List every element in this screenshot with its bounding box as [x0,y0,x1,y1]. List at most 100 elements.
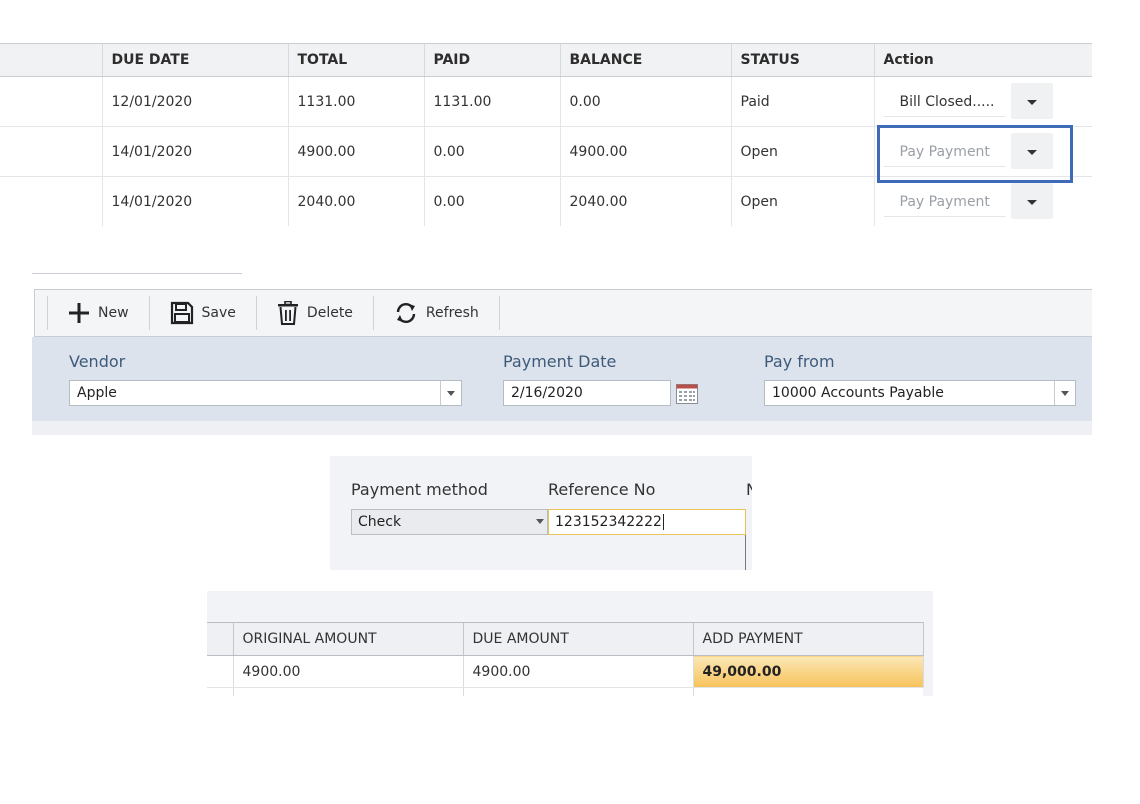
calendar-icon[interactable] [676,384,698,404]
chevron-down-icon [447,390,455,396]
table-row[interactable]: 14/01/2020 4900.00 0.00 4900.00 Open Pay… [0,126,1092,177]
chevron-down-icon [1026,100,1037,105]
vendor-label: Vendor [69,352,126,371]
balance-cell: 4900.00 [559,126,731,177]
due-amount-cell: 4900.00 [462,655,693,688]
balance-cell: 2040.00 [559,176,731,226]
column-header-status[interactable]: STATUS [730,43,874,77]
save-button[interactable]: Save [150,296,256,330]
vendor-select[interactable]: Apple [69,380,462,406]
trash-icon [277,301,298,325]
form-footer-strip [32,421,1092,435]
row-blank-cell [0,177,102,227]
row-blank-cell [207,687,233,696]
total-cell: 2040.00 [287,176,424,226]
action-select-value[interactable]: Pay Payment [883,137,1006,167]
payment-method-label: Payment method [351,480,488,499]
table-row-partial [207,687,923,696]
payment-method-panel: Payment method Reference No N Check 1231… [330,456,752,570]
action-dropdown-button[interactable] [1010,83,1053,119]
new-button[interactable]: New [48,296,149,330]
status-cell: Open [730,176,874,226]
reference-no-value: 123152342222 [555,514,662,530]
panel-edge-line [745,535,746,570]
table-row[interactable]: 4900.00 4900.00 49,000.00 [207,655,924,688]
delete-button[interactable]: Delete [257,296,373,330]
payment-date-value: 2/16/2020 [511,385,583,401]
column-header-add-payment[interactable]: ADD PAYMENT [692,622,924,656]
balance-cell: 0.00 [559,76,731,127]
payment-form-panel: New Save Delete Refresh Vendor Apple Pay… [32,273,1092,435]
chevron-down-icon [1026,200,1037,205]
new-button-label: New [98,305,129,321]
pay-from-dropdown-button[interactable] [1054,381,1075,405]
chevron-down-icon [536,519,544,524]
action-cell: Pay Payment [873,176,1092,226]
payment-date-input[interactable]: 2/16/2020 [503,380,671,406]
plus-icon [69,303,89,323]
column-header-due-date[interactable]: DUE DATE [101,43,288,77]
payment-date-label: Payment Date [503,352,617,371]
action-select-value[interactable]: Pay Payment [883,187,1006,217]
empty-cell [462,687,693,696]
due-date-cell: 14/01/2020 [101,176,288,226]
total-cell: 1131.00 [287,76,424,127]
due-date-cell: 12/01/2020 [101,76,288,127]
empty-cell [692,687,923,696]
paid-cell: 0.00 [423,126,560,177]
action-dropdown-button[interactable] [1010,183,1053,219]
chevron-down-icon [1061,390,1069,396]
column-header-action[interactable]: Action [873,43,1092,77]
floppy-disk-icon [170,301,193,325]
refresh-button-label: Refresh [425,305,479,321]
pay-from-select[interactable]: 10000 Accounts Payable [764,380,1076,406]
pay-from-label: Pay from [764,352,835,371]
reference-no-input[interactable]: 123152342222 [548,509,746,535]
empty-cell [232,687,463,696]
table-row[interactable]: 14/01/2020 2040.00 0.00 2040.00 Open Pay… [0,176,1092,227]
column-header-blank [207,622,233,656]
pay-from-value: 10000 Accounts Payable [772,385,944,401]
vendor-value: Apple [77,385,117,401]
column-header-total[interactable]: TOTAL [287,43,424,77]
panel-divider [32,273,242,274]
payment-method-select[interactable]: Check [351,509,548,535]
row-blank-cell [0,76,102,127]
chevron-down-icon [1026,150,1037,155]
action-cell: Pay Payment [873,126,1092,177]
bill-detail-panel: ORIGINAL AMOUNT DUE AMOUNT ADD PAYMENT 4… [207,591,933,696]
bills-table: DUE DATE TOTAL PAID BALANCE STATUS Actio… [0,43,1092,226]
action-cell: Bill Closed..... [873,76,1092,127]
save-button-label: Save [201,305,236,321]
table-row[interactable]: 12/01/2020 1131.00 1131.00 0.00 Paid Bil… [0,76,1092,127]
reference-no-label: Reference No [548,480,656,499]
refresh-icon [396,303,416,323]
toolbar-separator [498,296,500,330]
column-header-balance[interactable]: BALANCE [559,43,731,77]
delete-button-label: Delete [306,305,353,321]
payment-method-value: Check [358,514,402,530]
action-select-value[interactable]: Bill Closed..... [883,87,1006,117]
row-blank-cell [0,126,102,177]
status-cell: Open [730,126,874,177]
column-header-original-amount[interactable]: ORIGINAL AMOUNT [232,622,463,656]
bill-detail-table: ORIGINAL AMOUNT DUE AMOUNT ADD PAYMENT 4… [207,622,924,696]
status-cell: Paid [730,76,874,127]
add-payment-cell[interactable]: 49,000.00 [692,655,924,688]
column-header-blank [0,43,102,77]
refresh-button[interactable]: Refresh [374,296,499,330]
bills-header-row: DUE DATE TOTAL PAID BALANCE STATUS Actio… [0,43,1092,77]
original-amount-cell: 4900.00 [232,655,463,688]
total-cell: 4900.00 [287,126,424,177]
text-cursor [662,514,664,530]
truncated-label: N [746,480,752,499]
due-date-cell: 14/01/2020 [101,126,288,177]
row-blank-cell [207,655,233,688]
column-header-due-amount[interactable]: DUE AMOUNT [462,622,693,656]
detail-header-row: ORIGINAL AMOUNT DUE AMOUNT ADD PAYMENT [207,622,924,656]
paid-cell: 1131.00 [423,76,560,127]
column-header-paid[interactable]: PAID [423,43,560,77]
action-dropdown-button[interactable] [1010,133,1053,169]
paid-cell: 0.00 [423,176,560,226]
vendor-dropdown-button[interactable] [440,381,461,405]
